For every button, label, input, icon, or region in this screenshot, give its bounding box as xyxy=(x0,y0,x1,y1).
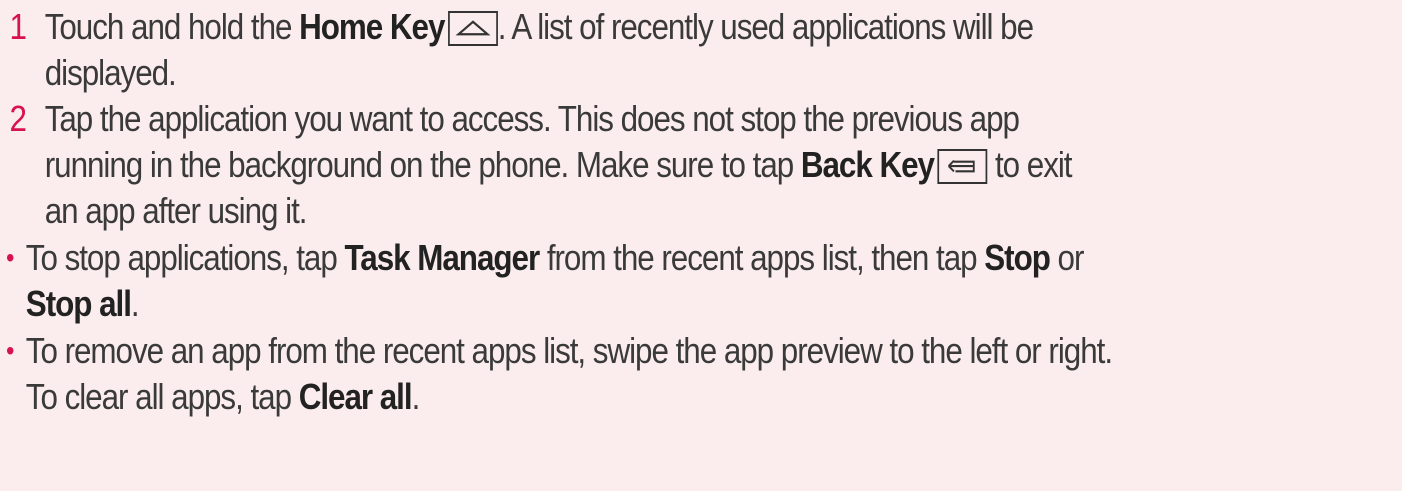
bullet-2-line-1: To remove an app from the recent apps li… xyxy=(0,328,1113,374)
bullet-text: To clear all apps, tap xyxy=(25,376,299,417)
bullet-text: or xyxy=(1049,237,1085,278)
step-1-line-1: Touch and hold the Home Key . A list of r… xyxy=(0,4,1034,50)
step-text: displayed. xyxy=(44,52,177,93)
stop-all-label: Stop all xyxy=(25,283,132,324)
step-1-line-2: displayed. xyxy=(0,50,1033,96)
back-key-label: Back Key xyxy=(800,144,935,185)
bullet-text: To stop applications, tap xyxy=(25,237,345,278)
home-key-label: Home Key xyxy=(299,6,445,47)
step-number: 2 xyxy=(9,98,26,139)
back-key-icon xyxy=(937,149,988,184)
bullet-1-line-1: To stop applications, tap Task Manager f… xyxy=(0,235,1085,281)
bullet-text: . xyxy=(130,283,140,324)
step-text: . A list of recently used applications w… xyxy=(497,6,1034,47)
bullet-text: . xyxy=(411,376,421,417)
step-text: Tap the application you want to access. … xyxy=(44,98,1020,139)
task-manager-label: Task Manager xyxy=(344,237,540,278)
bullet-1: • To stop applications, tap Task Manager… xyxy=(0,235,1085,327)
bullet-1-line-2: Stop all. xyxy=(0,281,1083,327)
home-key-icon xyxy=(447,11,498,46)
step-2: 2 Tap the application you want to access… xyxy=(0,96,1073,234)
bullet-text: from the recent apps list, then tap xyxy=(539,237,985,278)
bullet-2-line-2: To clear all apps, tap Clear all. xyxy=(0,374,1112,420)
step-2-line-3: an app after using it. xyxy=(0,188,1071,234)
bullet-text: To remove an app from the recent apps li… xyxy=(25,330,1113,371)
step-text: Touch and hold the xyxy=(44,6,300,47)
clear-all-label: Clear all xyxy=(298,376,413,417)
step-text: to exit xyxy=(987,144,1073,185)
step-number: 1 xyxy=(9,6,26,47)
step-1: 1 Touch and hold the Home Key . A list of… xyxy=(0,4,1034,96)
bullet-2: • To remove an app from the recent apps … xyxy=(0,328,1113,420)
stop-label: Stop xyxy=(984,237,1051,278)
step-text: running in the background on the phone. … xyxy=(44,144,801,185)
bullet-marker: • xyxy=(6,242,14,273)
step-2-line-2: running in the background on the phone. … xyxy=(0,142,1073,188)
step-2-line-1: Tap the application you want to access. … xyxy=(0,96,1071,142)
bullet-marker: • xyxy=(6,335,14,366)
step-text: an app after using it. xyxy=(44,190,308,231)
